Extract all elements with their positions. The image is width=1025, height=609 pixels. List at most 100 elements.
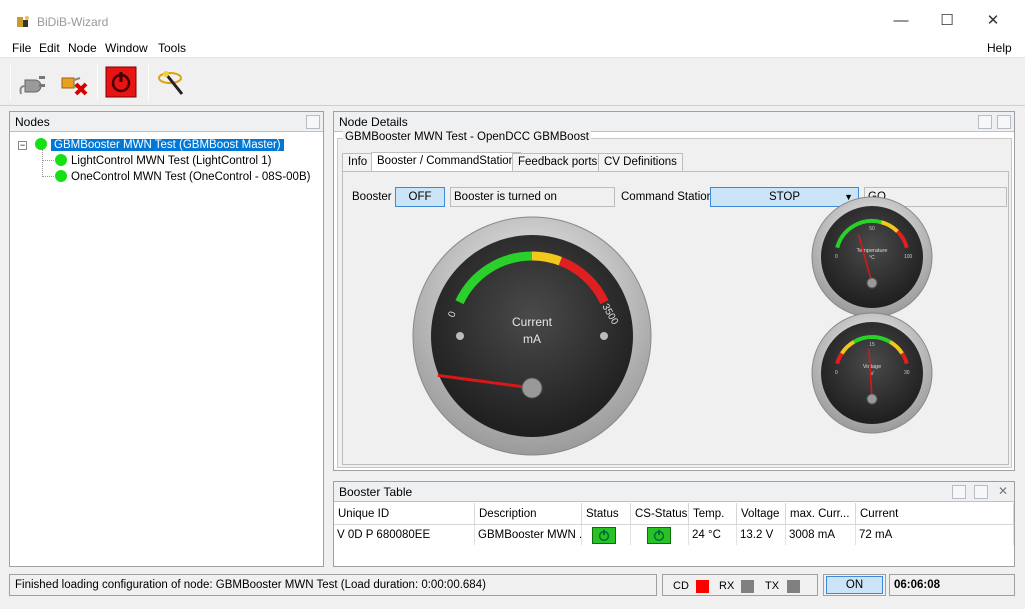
cell-unique-id: V 0D P 680080EE [334,525,475,545]
toolbar-separator [148,64,149,100]
nodes-panel-title: Nodes [15,115,50,129]
voltage-gauge-min: 0 [835,370,838,376]
node-details-header: Node Details [334,112,1014,132]
col-header-status[interactable]: Status [582,503,631,525]
nodes-panel: Nodes − GBMBooster MWN Test (GBMBoost Ma… [9,111,324,567]
cd-indicator [696,580,709,593]
voltage-gauge-hub [866,393,878,405]
tree-node-label: GBMBooster MWN Test (GBMBoost Master) [51,139,284,151]
magic-wand-icon[interactable] [156,66,188,98]
tab-booster-commandstation[interactable]: Booster / CommandStation [371,152,522,172]
tree-expander[interactable]: − [18,141,27,150]
temperature-gauge-unit: °C [869,255,875,261]
tree-node-label: LightControl MWN Test (LightControl 1) [71,155,272,167]
cs-select-value: STOP [768,191,801,203]
current-gauge: 0 3500 Current mA [412,216,652,456]
tab-info[interactable]: Info [342,153,374,171]
menu-edit[interactable]: Edit [39,41,60,55]
current-gauge-hub [521,377,543,399]
cs-status-power-icon [647,527,671,544]
maximize-panel-icon[interactable] [974,485,988,499]
col-header-current[interactable]: Current [856,503,1014,525]
temperature-gauge-label: Temperature [857,248,888,254]
col-header-max-current[interactable]: max. Curr... [786,503,856,525]
menu-bar: File Edit Node Window Tools Help [0,40,1025,58]
cell-status [582,525,631,545]
power-off-icon[interactable] [105,66,137,98]
node-details-title: Node Details [339,115,408,129]
cell-description: GBMBooster MWN ... [475,525,582,545]
tree-node-gbmbooster[interactable]: GBMBooster MWN Test (GBMBoost Master) [35,137,284,153]
maximize-panel-icon[interactable] [997,115,1011,129]
booster-table-panel: Booster Table ✕ Unique ID Description St… [333,481,1015,567]
col-header-unique-id[interactable]: Unique ID [334,503,475,525]
col-header-cs-status[interactable]: CS-Status [631,503,689,525]
cell-current: 72 mA [856,525,1014,545]
table-row[interactable]: V 0D P 680080EE GBMBooster MWN ... 24 °C… [334,525,1014,545]
gauge-stop [456,332,464,340]
tree-node-lightcontrol[interactable]: LightControl MWN Test (LightControl 1) [55,153,271,169]
cell-temp: 24 °C [689,525,737,545]
title-bar: BiDiB-Wizard — ☐ ✕ [0,0,1025,40]
temperature-gauge-max: 100 [904,254,913,260]
node-status-icon [35,138,47,150]
booster-off-button[interactable]: OFF [395,187,445,207]
node-status-icon [55,154,67,166]
menu-window[interactable]: Window [105,41,148,55]
booster-table-title: Booster Table [339,485,413,499]
booster-status-power-icon [592,527,616,544]
disconnect-icon[interactable] [58,66,90,98]
tab-feedback-ports[interactable]: Feedback ports [512,153,604,171]
panel-restore-icon[interactable] [978,115,992,129]
temperature-gauge-min: 0 [835,254,838,260]
close-panel-icon[interactable]: ✕ [998,484,1008,498]
minimize-button[interactable]: — [878,0,924,40]
on-button[interactable]: ON [826,576,883,594]
window-title: BiDiB-Wizard [37,15,109,29]
plug-icon[interactable] [17,66,49,98]
tree-line [42,176,54,177]
tree-node-onecontrol[interactable]: OneControl MWN Test (OneControl - 08S-00… [55,169,310,185]
menu-tools[interactable]: Tools [158,41,186,55]
voltage-gauge: 15 0 30 Voltage V [811,312,933,434]
voltage-gauge-max: 30 [904,370,910,376]
rx-label: RX [719,580,735,592]
menu-node[interactable]: Node [68,41,97,55]
col-header-voltage[interactable]: Voltage [737,503,786,525]
tab-content: Booster OFF Booster is turned on Command… [342,171,1009,465]
current-gauge-unit: mA [523,332,541,346]
temperature-gauge-hub [866,277,878,289]
clock-box: 06:06:08 [889,574,1015,596]
voltage-gauge-mid: 15 [869,342,875,348]
on-button-box: ON [823,574,886,596]
status-message: Finished loading configuration of node: … [15,579,486,591]
node-group-box: GBMBooster MWN Test - OpenDCC GBMBoost I… [337,131,1012,468]
tx-label: TX [765,580,780,592]
booster-status-field: Booster is turned on [450,187,615,207]
tree-line [42,160,54,161]
menu-help[interactable]: Help [987,41,1012,55]
panel-restore-icon[interactable] [952,485,966,499]
connection-indicators: CD RX TX [662,574,818,596]
cd-label: CD [673,580,689,592]
menu-file[interactable]: File [12,41,31,55]
voltage-gauge-label: Voltage [863,364,881,370]
cell-voltage: 13.2 V [737,525,786,545]
rx-indicator [741,580,754,593]
tab-cv-definitions[interactable]: CV Definitions [598,153,683,171]
maximize-button[interactable]: ☐ [924,0,970,40]
command-station-label: Command Station [621,191,714,203]
booster-table-header: Booster Table ✕ [334,482,1014,502]
tree-node-label: OneControl MWN Test (OneControl - 08S-00… [71,171,311,183]
group-title: GBMBooster MWN Test - OpenDCC GBMBoost [343,131,591,143]
col-header-description[interactable]: Description [475,503,582,525]
toolbar [0,58,1025,106]
current-gauge-label: Current [512,315,553,329]
status-message-box: Finished loading configuration of node: … [9,574,657,596]
toolbar-grip [10,64,11,100]
app-icon [17,16,29,27]
tree-line [42,149,43,177]
col-header-temp[interactable]: Temp. [689,503,737,525]
maximize-panel-icon[interactable] [306,115,320,129]
close-button[interactable]: ✕ [970,0,1016,40]
